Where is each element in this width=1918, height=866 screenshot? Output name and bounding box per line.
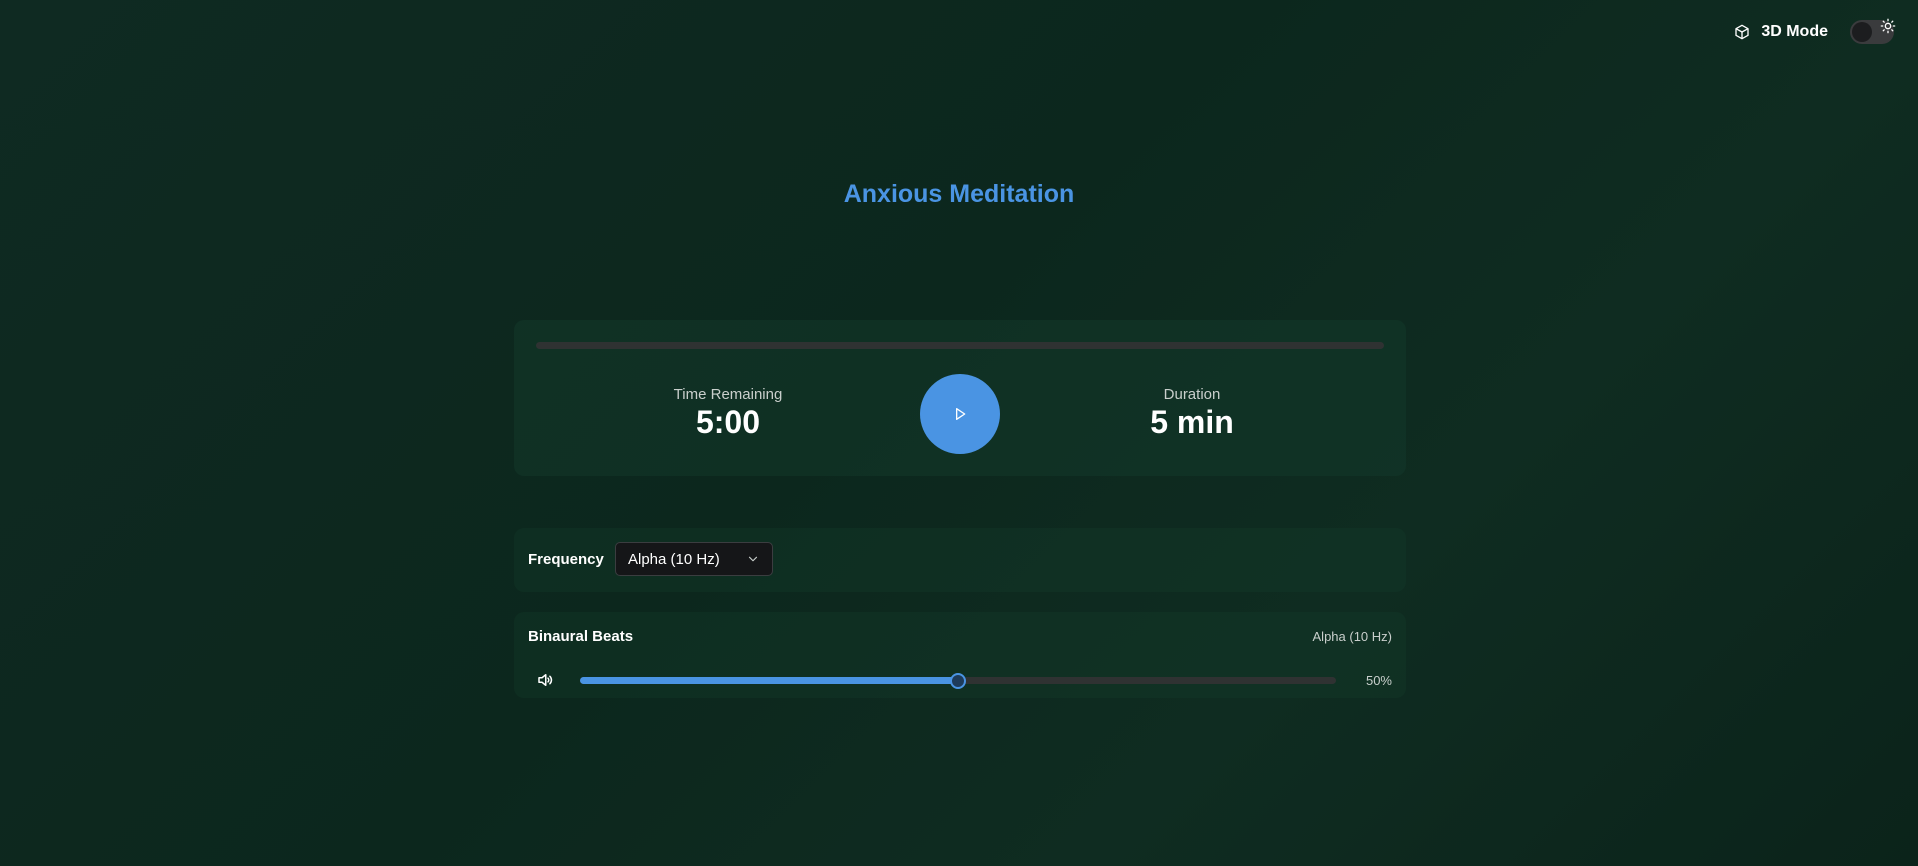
binaural-beats-title: Binaural Beats: [528, 628, 634, 645]
frequency-label: Frequency: [528, 551, 604, 568]
volume-slider[interactable]: [580, 672, 1336, 689]
3d-mode-toggle[interactable]: [1850, 18, 1896, 44]
toggle-knob: [1852, 22, 1872, 42]
frequency-selected-value: Alpha (10 Hz): [628, 550, 720, 568]
chevron-down-icon: [746, 552, 760, 566]
time-remaining: Time Remaining 5:00: [628, 386, 828, 439]
volume-slider-fill: [580, 677, 958, 684]
binaural-frequency-text: Alpha (10 Hz): [1312, 629, 1392, 644]
mode-label: 3D Mode: [1761, 23, 1828, 40]
volume-slider-thumb[interactable]: [950, 672, 966, 689]
volume-icon[interactable]: [536, 671, 554, 689]
time-remaining-label: Time Remaining: [673, 386, 783, 403]
player-card: Time Remaining 5:00 Duration 5 min: [514, 320, 1406, 476]
duration-value: 5 min: [1150, 404, 1234, 440]
session-progress-bar[interactable]: [536, 342, 1384, 349]
page-title: Anxious Meditation: [843, 180, 1075, 208]
play-button[interactable]: [920, 374, 1000, 454]
duration-label: Duration: [1163, 386, 1221, 403]
volume-percent: 50%: [1365, 673, 1392, 688]
frequency-select[interactable]: Alpha (10 Hz): [615, 542, 773, 576]
time-remaining-value: 5:00: [695, 404, 761, 440]
top-bar: 3D Mode: [1733, 18, 1896, 44]
binaural-beats-panel: Binaural Beats Alpha (10 Hz) 50%: [514, 612, 1406, 698]
sun-icon: [1880, 18, 1896, 34]
duration: Duration 5 min: [1092, 386, 1292, 439]
frequency-panel: Frequency Alpha (10 Hz): [514, 528, 1406, 592]
cube-icon: [1733, 23, 1751, 41]
play-icon: [952, 406, 968, 422]
